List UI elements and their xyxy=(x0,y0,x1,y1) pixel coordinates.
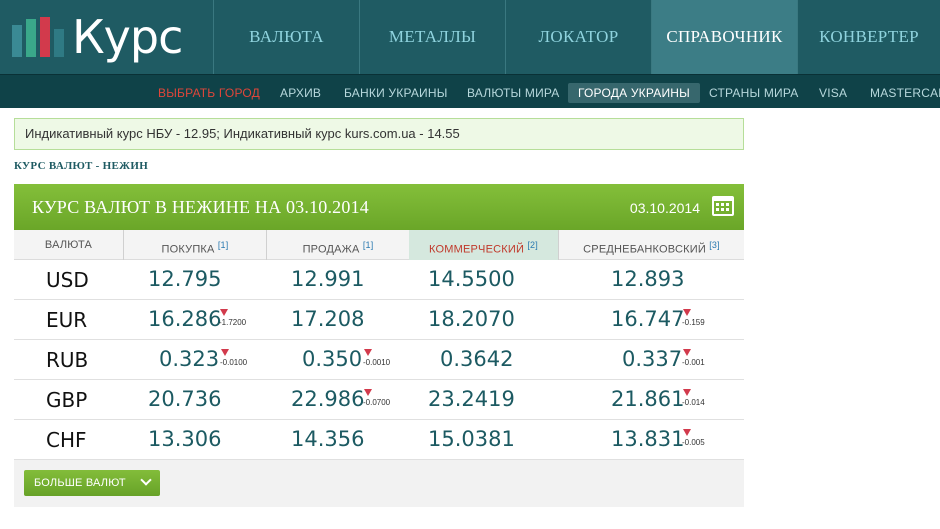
table-header: Курс валют в Нежине на 03.10.2014 03.10.… xyxy=(14,184,744,230)
table-row: GBP 20.736 22.986 -0.0700 23.2419 21.861… xyxy=(14,380,744,420)
subnav-world-countries[interactable]: Страны мира xyxy=(709,83,798,103)
col-commercial-note[interactable]: [2] xyxy=(527,240,538,250)
subnav-choose-city[interactable]: Выбрать город xyxy=(158,83,260,103)
sell-change: -0.0010 xyxy=(363,349,390,367)
site-logo[interactable]: Курс xyxy=(12,10,183,64)
subnav-mastercard[interactable]: MASTERCARD xyxy=(870,83,940,103)
buy-change: -1.7200 xyxy=(219,309,246,327)
col-buy: Покупка [1] xyxy=(161,240,229,256)
average-change: -0.014 xyxy=(682,389,705,407)
decline-arrow-icon xyxy=(683,349,691,356)
sell-change: -0.0700 xyxy=(363,389,390,407)
sell-value: 22.986 xyxy=(291,387,365,411)
sell-value: 14.356 xyxy=(291,427,365,451)
subnav-cities-ukraine[interactable]: Города Украины xyxy=(568,83,700,103)
commercial-value: 0.3642 xyxy=(440,347,514,371)
col-sell: Продажа [1] xyxy=(302,240,374,256)
average-value: 13.831 xyxy=(611,427,685,451)
subnav-archive[interactable]: Архив xyxy=(280,83,321,103)
indicative-rate-notice: Индикативный курс НБУ - 12.95; Индикатив… xyxy=(14,118,744,150)
table-row: EUR 16.286 -1.7200 17.208 18.2070 16.747… xyxy=(14,300,744,340)
col-sell-note[interactable]: [1] xyxy=(363,240,374,250)
buy-change: -0.0100 xyxy=(220,349,247,367)
nav-lokator[interactable]: Локатор xyxy=(505,0,651,74)
average-change: -0.001 xyxy=(682,349,705,367)
col-commercial: Коммерческий [2] xyxy=(409,230,558,260)
sell-value: 12.991 xyxy=(291,267,365,291)
table-row: CHF 13.306 14.356 15.0381 13.831 -0.005 xyxy=(14,420,744,460)
buy-value: 0.323 xyxy=(159,347,220,371)
decline-arrow-icon xyxy=(364,389,372,396)
decline-arrow-icon xyxy=(683,309,691,316)
decline-arrow-icon xyxy=(364,349,372,356)
subnav-visa[interactable]: VISA xyxy=(819,83,847,103)
column-headers: Валюта Покупка [1] Продажа [1] Коммерчес… xyxy=(14,230,744,260)
top-header: Курс Валюта Металлы Локатор Справочник К… xyxy=(0,0,940,74)
nav-metally[interactable]: Металлы xyxy=(359,0,505,74)
average-change: -0.159 xyxy=(682,309,705,327)
subnav-banks-ukraine[interactable]: Банки Украины xyxy=(344,83,448,103)
commercial-value: 14.5500 xyxy=(428,267,515,291)
logo-text: Курс xyxy=(72,10,183,64)
average-change: -0.005 xyxy=(682,429,705,447)
currency-code[interactable]: RUB xyxy=(46,348,88,372)
average-value: 0.337 xyxy=(622,347,683,371)
commercial-value: 23.2419 xyxy=(428,387,515,411)
logo-bars-icon xyxy=(12,17,68,57)
col-currency: Валюта xyxy=(44,239,93,251)
commercial-value: 15.0381 xyxy=(428,427,515,451)
breadcrumb[interactable]: Курс валют - Нежин xyxy=(14,160,148,172)
currency-code[interactable]: CHF xyxy=(46,428,87,452)
currency-code[interactable]: GBP xyxy=(46,388,87,412)
col-average: Среднебанковский [3] xyxy=(583,240,720,256)
average-value: 21.861 xyxy=(611,387,685,411)
average-value: 16.747 xyxy=(611,307,685,331)
sell-value: 0.350 xyxy=(302,347,363,371)
table-row: USD 12.795 12.991 14.5500 12.893 xyxy=(14,260,744,300)
commercial-value: 18.2070 xyxy=(428,307,515,331)
col-average-note[interactable]: [3] xyxy=(709,240,720,250)
buy-value: 20.736 xyxy=(148,387,222,411)
currency-code[interactable]: USD xyxy=(46,268,89,292)
decline-arrow-icon xyxy=(683,429,691,436)
table-row: RUB 0.323 -0.0100 0.350 -0.0010 0.3642 0… xyxy=(14,340,744,380)
col-buy-note[interactable]: [1] xyxy=(218,240,229,250)
nav-spravochnik[interactable]: Справочник xyxy=(651,0,797,74)
table-date: 03.10.2014 xyxy=(629,200,700,216)
buy-value: 12.795 xyxy=(148,267,222,291)
main-navigation: Валюта Металлы Локатор Справочник Конвер… xyxy=(213,0,940,74)
chevron-down-icon xyxy=(140,474,152,486)
decline-arrow-icon xyxy=(221,349,229,356)
currency-code[interactable]: EUR xyxy=(46,308,87,332)
nav-valyuta[interactable]: Валюта xyxy=(213,0,359,74)
sub-navigation: Выбрать город Архив Банки Украины Валюты… xyxy=(0,75,940,109)
subnav-world-currencies[interactable]: Валюты мира xyxy=(467,83,560,103)
rates-table-block: Курс валют в Нежине на 03.10.2014 03.10.… xyxy=(14,184,744,507)
buy-value: 16.286 xyxy=(148,307,222,331)
sell-value: 17.208 xyxy=(291,307,365,331)
calendar-icon[interactable] xyxy=(712,196,734,216)
decline-arrow-icon xyxy=(220,309,228,316)
table-title: Курс валют в Нежине на 03.10.2014 xyxy=(32,197,369,217)
average-value: 12.893 xyxy=(611,267,685,291)
sub-navigation-bar: Выбрать город Архив Банки Украины Валюты… xyxy=(0,74,940,108)
nav-konverter[interactable]: Конвертер xyxy=(797,0,940,74)
more-currencies-button[interactable]: Больше валют xyxy=(24,470,160,496)
buy-value: 13.306 xyxy=(148,427,222,451)
decline-arrow-icon xyxy=(683,389,691,396)
